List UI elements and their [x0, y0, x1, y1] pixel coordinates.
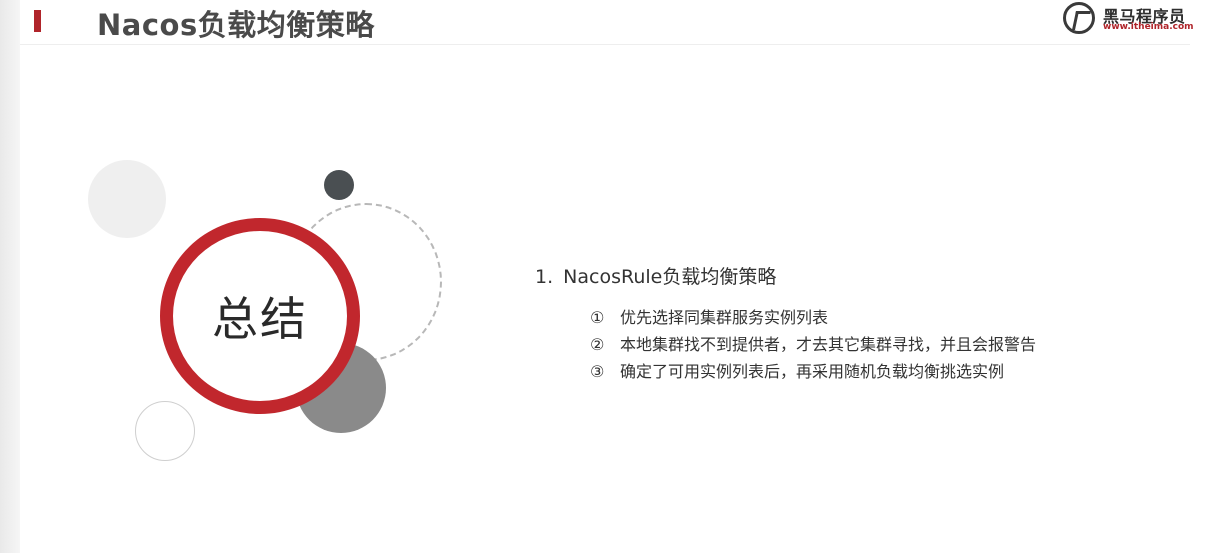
decor-circle-light-gray — [88, 160, 166, 238]
summary-content: 1. NacosRule负载均衡策略 ① 优先选择同集群服务实例列表 ② 本地集群… — [535, 262, 1095, 388]
brand-logo: 黑马程序员 www.itheima.com — [1063, 0, 1198, 40]
summary-list: ① 优先选择同集群服务实例列表 ② 本地集群找不到提供者，才去其它集群寻找，并且… — [535, 307, 1095, 383]
list-item: ② 本地集群找不到提供者，才去其它集群寻找，并且会报警告 — [590, 334, 1095, 356]
heading-number: 1. — [535, 266, 554, 288]
list-item-marker: ① — [590, 308, 605, 327]
left-edge-strip — [0, 0, 20, 553]
list-item-text: 优先选择同集群服务实例列表 — [620, 308, 829, 327]
list-item-marker: ② — [590, 335, 605, 354]
decor-circle-outline — [135, 401, 195, 461]
list-item: ③ 确定了可用实例列表后，再采用随机负载均衡挑选实例 — [590, 361, 1095, 383]
list-item-text: 确定了可用实例列表后，再采用随机负载均衡挑选实例 — [620, 362, 1005, 381]
list-item: ① 优先选择同集群服务实例列表 — [590, 307, 1095, 329]
summary-label: 总结 — [212, 292, 308, 346]
list-item-marker: ③ — [590, 362, 605, 381]
horse-logo-icon — [1063, 2, 1095, 34]
logo-url: www.itheima.com — [1103, 22, 1194, 32]
title-accent-bar — [34, 10, 41, 32]
summary-heading: 1. NacosRule负载均衡策略 — [535, 262, 1095, 289]
summary-ring: 总结 — [160, 218, 360, 414]
heading-text: NacosRule负载均衡策略 — [563, 266, 777, 288]
header-divider — [20, 44, 1190, 45]
list-item-text: 本地集群找不到提供者，才去其它集群寻找，并且会报警告 — [620, 335, 1037, 354]
slide-title: Nacos负载均衡策略 — [97, 8, 375, 42]
decor-circle-dark — [324, 170, 354, 200]
